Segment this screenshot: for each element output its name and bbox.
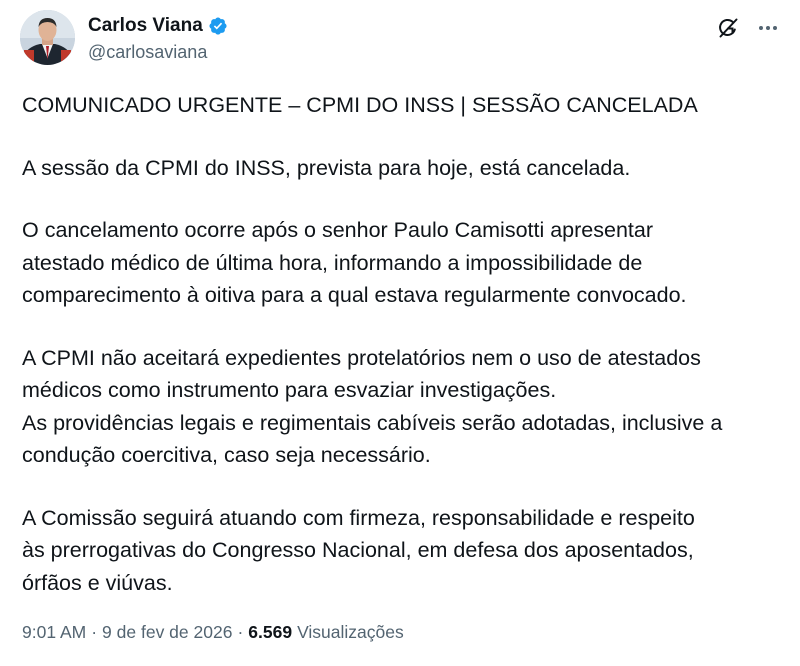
tweet-paragraph: A CPMI não aceitará expedientes protelat… — [22, 345, 723, 468]
handle[interactable]: @carlosaviana — [88, 42, 228, 63]
tweet-paragraph-headline: COMUNICADO URGENTE – CPMI DO INSS | SESS… — [22, 93, 698, 117]
more-options-icon[interactable] — [756, 16, 780, 40]
views-count: 6.569 — [248, 622, 293, 642]
tweet-paragraph: A Comissão seguirá atuando com firmeza, … — [22, 505, 695, 595]
tweet-date-link[interactable]: 9 de fev de 2026 — [102, 622, 232, 643]
author-info: Carlos Viana @carlosaviana — [88, 14, 228, 63]
grok-icon[interactable] — [716, 16, 740, 40]
tweet-card: Carlos Viana @carlosaviana COMUNICADO UR… — [0, 0, 800, 666]
tweet-date: 9 de fev de 2026 — [102, 622, 233, 642]
tweet-text: COMUNICADO URGENTE – CPMI DO INSS | SESS… — [22, 89, 792, 629]
verified-badge-icon[interactable] — [208, 16, 228, 36]
tweet-meta: 9:01 AM · 9 de fev de 2026 · 6.569 Visua… — [22, 622, 404, 643]
header-actions — [716, 16, 780, 40]
tweet-paragraph: A sessão da CPMI do INSS, prevista para … — [22, 155, 631, 180]
tweet-header: Carlos Viana @carlosaviana — [20, 10, 780, 66]
avatar[interactable] — [20, 10, 75, 65]
tweet-paragraph: O cancelamento ocorre após o senhor Paul… — [22, 218, 687, 307]
meta-separator: · — [91, 622, 98, 642]
tweet-time: 9:01 AM — [22, 622, 87, 642]
tweet-time-link[interactable]: 9:01 AM — [22, 622, 86, 643]
name-row: Carlos Viana — [88, 14, 228, 38]
meta-separator: · — [237, 622, 244, 642]
views-label: Visualizações — [297, 622, 404, 642]
display-name[interactable]: Carlos Viana — [88, 15, 203, 37]
